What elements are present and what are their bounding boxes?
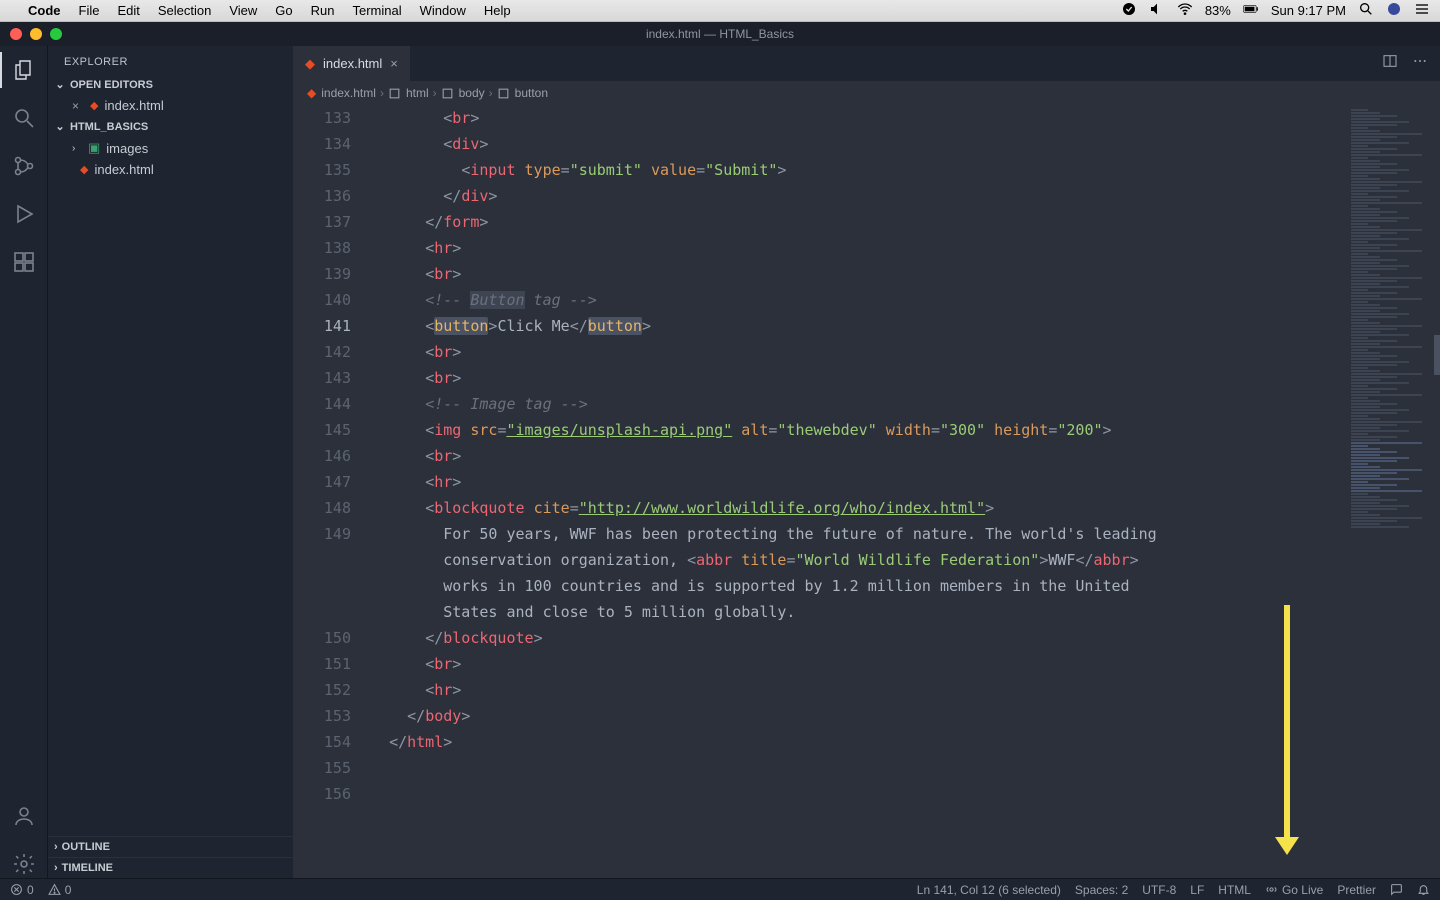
chevron-down-icon: ⌄ [54,78,66,91]
outline-label: OUTLINE [62,841,110,853]
menu-help[interactable]: Help [484,3,511,18]
settings-gear-icon[interactable] [10,850,38,878]
minimap-viewport[interactable] [1434,335,1440,375]
control-center-icon[interactable] [1414,1,1430,20]
breadcrumb-file-label[interactable]: index.html [321,86,376,100]
breadcrumb-file: ◆ index.html [307,86,376,100]
chevron-down-icon: ⌄ [54,120,66,133]
more-actions-icon[interactable] [1412,53,1428,74]
account-icon[interactable] [10,802,38,830]
menubar-appname[interactable]: Code [28,3,61,18]
status-golive[interactable]: Go Live [1265,883,1323,897]
spotlight-icon[interactable] [1358,1,1374,20]
close-icon[interactable]: × [390,56,398,71]
window-minimize-button[interactable] [30,28,42,40]
run-debug-icon[interactable] [10,200,38,228]
battery-icon[interactable] [1243,1,1259,20]
macos-menubar: Code File Edit Selection View Go Run Ter… [0,0,1440,22]
activity-bar [0,46,48,878]
tab-index-html[interactable]: ◆ index.html × [293,46,411,81]
status-encoding[interactable]: UTF-8 [1142,883,1176,897]
editor-area: ◆ index.html × ◆ index.html › html › bod… [293,46,1440,878]
minimap[interactable] [1345,105,1440,878]
volume-icon[interactable] [1149,1,1165,20]
status-bar: 0 0 Ln 141, Col 12 (6 selected) Spaces: … [0,878,1440,900]
tree-folder-images[interactable]: › ▣ images [48,137,293,159]
window-title: index.html — HTML_Basics [0,27,1440,41]
open-editors-label: OPEN EDITORS [70,79,153,91]
folder-icon: ▣ [88,140,100,156]
status-prettier[interactable]: Prettier [1337,883,1376,897]
code-content[interactable]: <br> <div> <input type="submit" value="S… [371,105,1345,878]
open-editor-name: index.html [104,98,163,113]
window-close-button[interactable] [10,28,22,40]
outline-header[interactable]: › OUTLINE [48,836,293,857]
breadcrumb[interactable]: ◆ index.html › html › body › button [293,81,1440,105]
menu-terminal[interactable]: Terminal [353,3,402,18]
html-file-icon: ◆ [90,99,98,112]
html-file-icon: ◆ [307,86,316,100]
folder-name: images [106,141,148,156]
window-maximize-button[interactable] [50,28,62,40]
status-spaces[interactable]: Spaces: 2 [1075,883,1128,897]
timeline-label: TIMELINE [62,862,113,874]
tab-label: index.html [323,56,382,71]
split-editor-icon[interactable] [1382,53,1398,74]
open-editor-item[interactable]: × ◆ index.html [48,95,293,116]
status-language[interactable]: HTML [1218,883,1251,897]
menu-go[interactable]: Go [275,3,292,18]
menu-window[interactable]: Window [420,3,466,18]
workspace-header[interactable]: ⌄ HTML_BASICS [48,116,293,137]
search-icon[interactable] [10,104,38,132]
breadcrumb-html[interactable]: html [406,86,429,100]
code-editor[interactable]: 1331341351361371381391401411421431441451… [293,105,1345,878]
explorer-sidebar: EXPLORER ⌄ OPEN EDITORS × ◆ index.html ⌄… [48,46,293,878]
menu-edit[interactable]: Edit [117,3,139,18]
do-not-disturb-icon[interactable] [1121,1,1137,20]
file-name: index.html [94,162,153,177]
status-eol[interactable]: LF [1190,883,1204,897]
html-file-icon: ◆ [305,56,315,72]
extensions-icon[interactable] [10,248,38,276]
wifi-icon[interactable] [1177,1,1193,20]
status-feedback-icon[interactable] [1390,883,1403,896]
siri-icon[interactable] [1386,1,1402,20]
breadcrumb-body[interactable]: body [459,86,485,100]
menubar-clock[interactable]: Sun 9:17 PM [1271,3,1346,18]
status-warnings[interactable]: 0 [48,883,72,897]
timeline-header[interactable]: › TIMELINE [48,857,293,878]
source-control-icon[interactable] [10,152,38,180]
chevron-right-icon: › [54,841,58,853]
chevron-right-icon: › [54,862,58,874]
open-editors-header[interactable]: ⌄ OPEN EDITORS [48,74,293,95]
window-titlebar: index.html — HTML_Basics [0,22,1440,46]
tree-file-index[interactable]: ◆ index.html [48,159,293,180]
menu-view[interactable]: View [229,3,257,18]
status-bell-icon[interactable] [1417,883,1430,896]
workspace-label: HTML_BASICS [70,121,148,133]
close-icon[interactable]: × [72,99,84,113]
menu-file[interactable]: File [79,3,100,18]
chevron-right-icon: › [72,143,82,154]
tab-bar: ◆ index.html × [293,46,1440,81]
battery-percent: 83% [1205,3,1231,18]
explorer-icon[interactable] [10,56,38,84]
breadcrumb-button[interactable]: button [515,86,548,100]
menu-run[interactable]: Run [311,3,335,18]
html-file-icon: ◆ [80,163,88,176]
sidebar-title: EXPLORER [48,46,293,74]
line-numbers: 1331341351361371381391401411421431441451… [293,105,371,878]
status-errors[interactable]: 0 [10,883,34,897]
status-cursor[interactable]: Ln 141, Col 12 (6 selected) [917,883,1061,897]
menu-selection[interactable]: Selection [158,3,211,18]
